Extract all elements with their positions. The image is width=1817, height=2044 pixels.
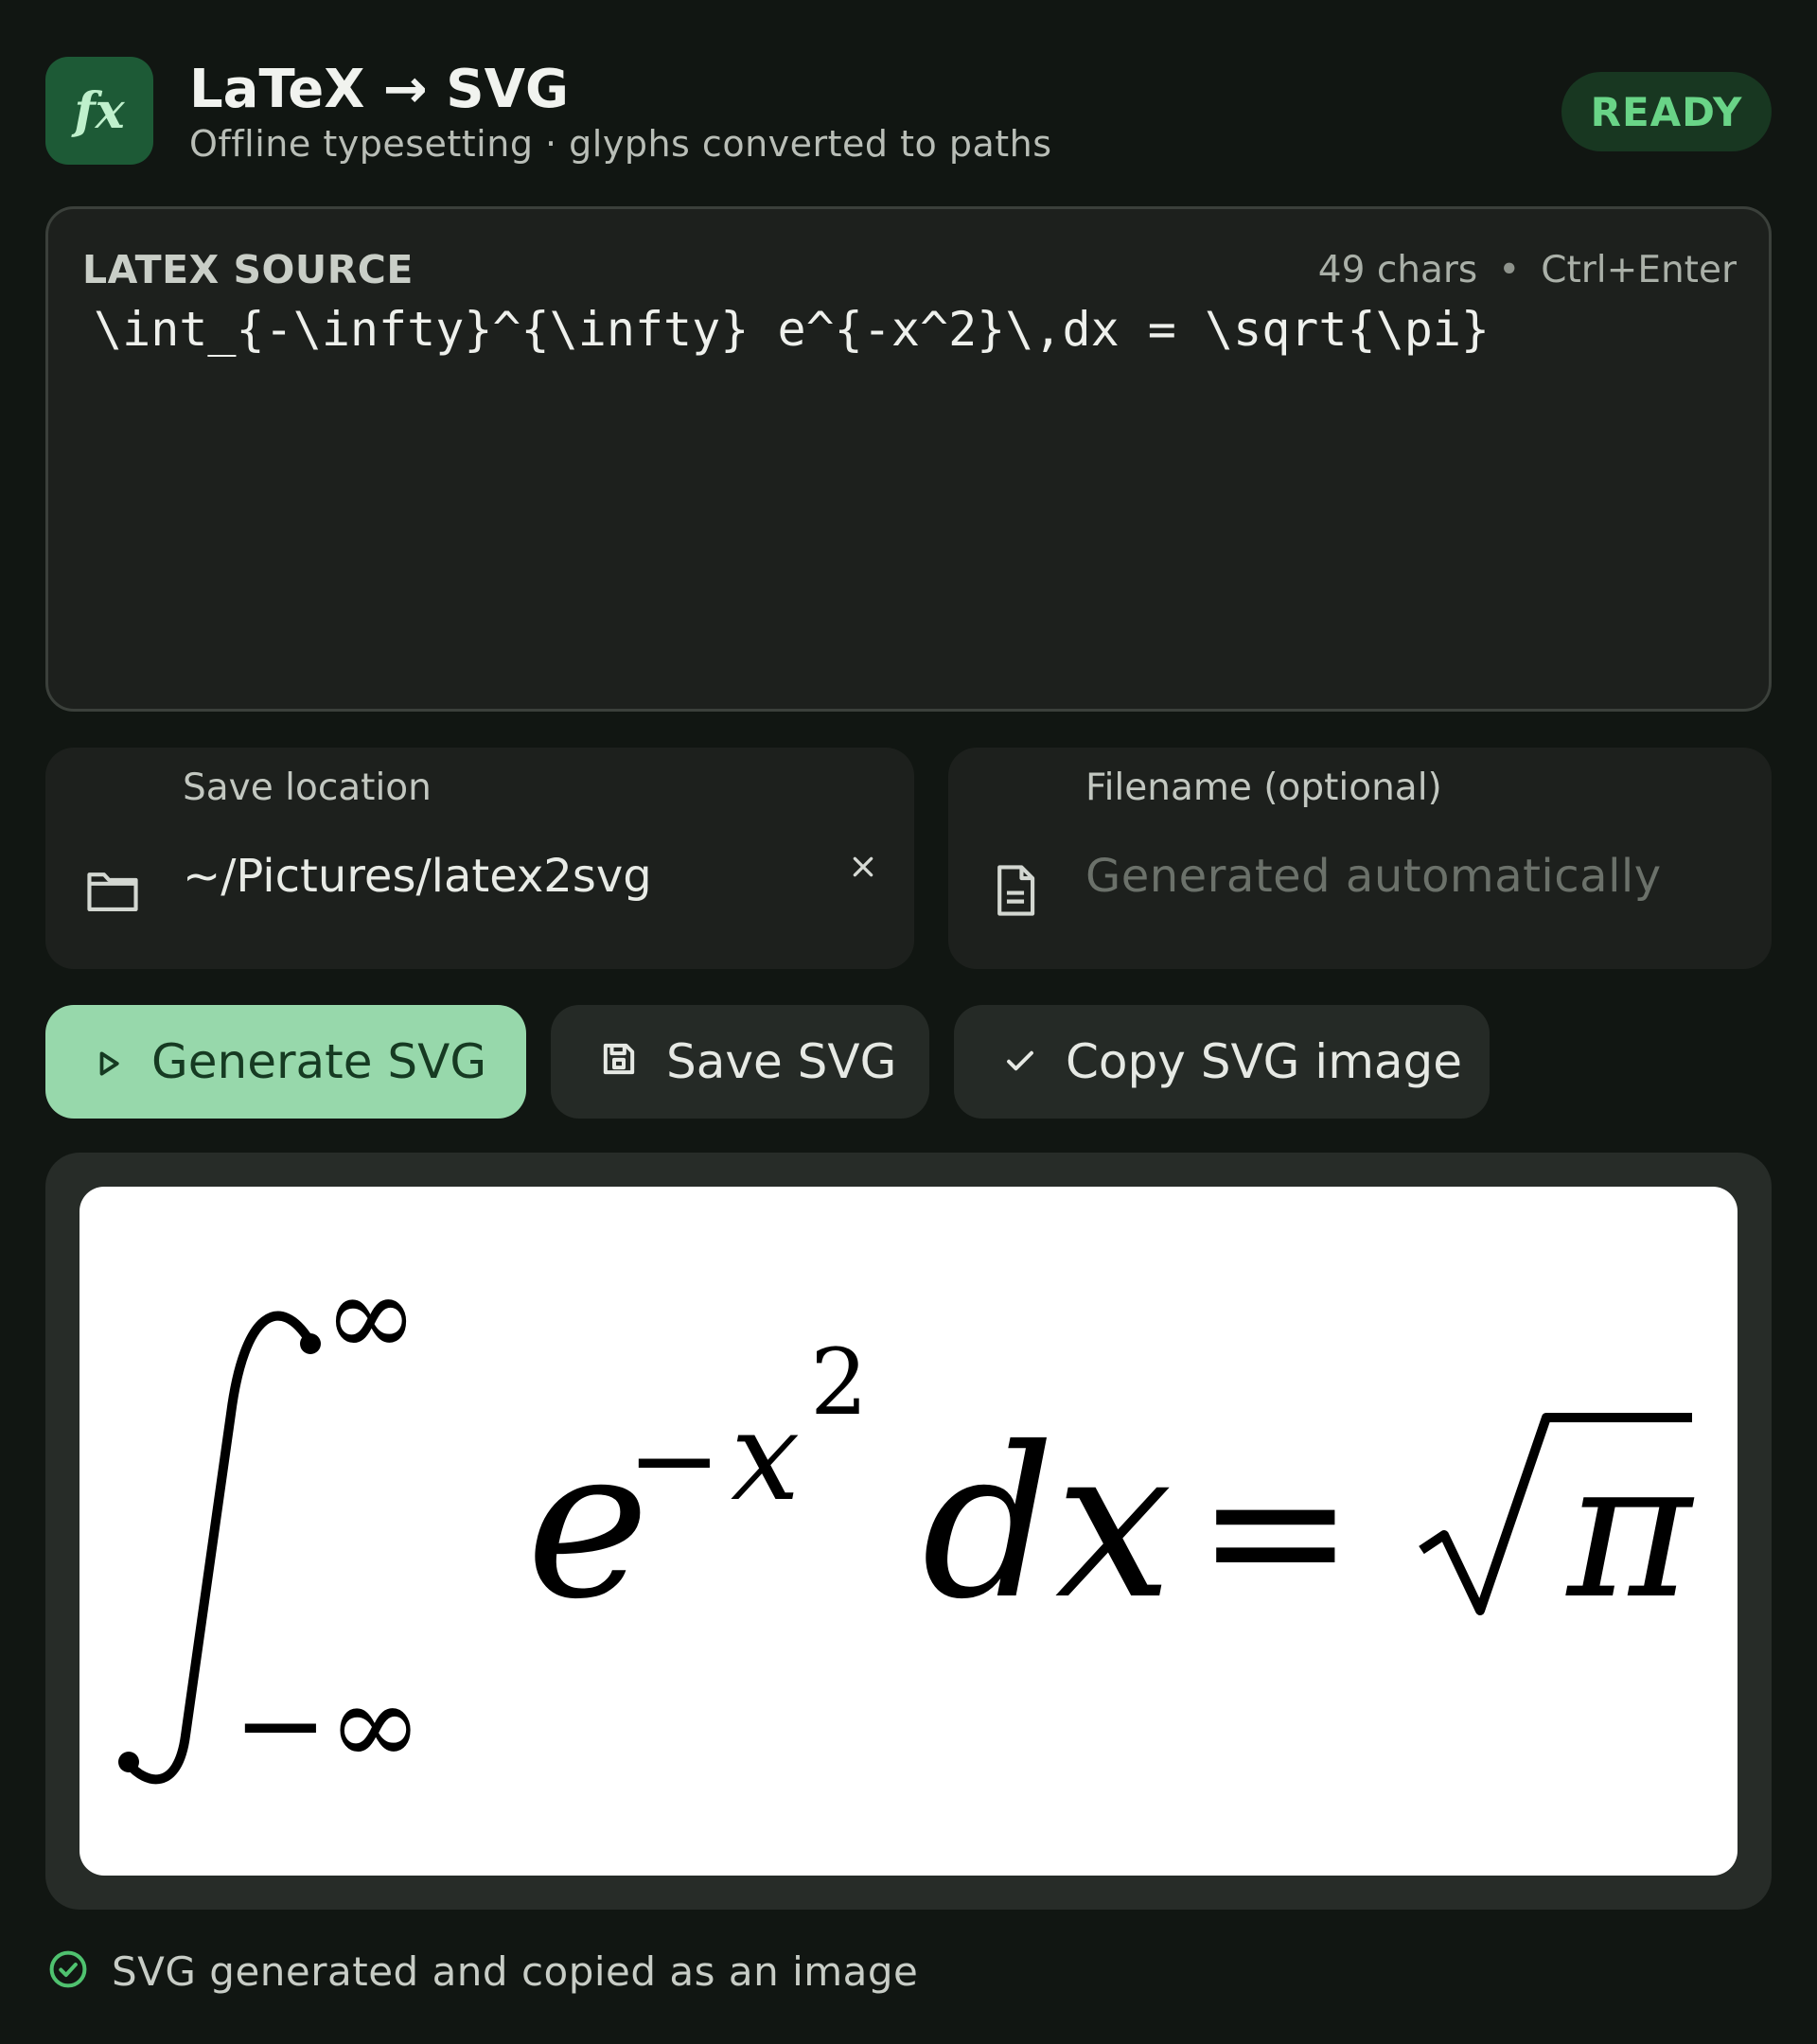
copy-svg-image-button[interactable]: Copy SVG image [954,1005,1490,1119]
exponent-power: 2 [810,1330,868,1436]
latex-source-panel: LATEX SOURCE 49 chars • Ctrl+Enter \int_… [45,206,1772,712]
check-icon [1003,1034,1037,1089]
source-meta: 49 chars • Ctrl+Enter [1318,249,1737,291]
app-title: LaTeX → SVG [189,59,569,120]
char-count: 49 chars [1317,249,1478,291]
filename-input[interactable]: Generated automatically [1085,850,1662,903]
radicand: π [1565,1420,1695,1641]
save-location-field[interactable]: Save location ~/Pictures/latex2svg [45,748,914,969]
lower-limit: −∞ [233,1660,423,1791]
save-svg-button[interactable]: Save SVG [551,1005,929,1119]
clear-location-button[interactable] [835,838,891,895]
equals-sign: = [1196,1420,1355,1641]
exponent-sign: − [626,1395,722,1526]
status-badge: READY [1561,72,1772,151]
filename-field[interactable]: Filename (optional) Generated automatica… [948,748,1772,969]
document-icon [986,861,1045,920]
source-label: LATEX SOURCE [82,247,414,292]
shortcut-hint: Ctrl+Enter [1541,249,1737,291]
copy-svg-image-label: Copy SVG image [1066,1034,1463,1089]
separator-dot: • [1498,249,1521,291]
folder-icon [83,861,142,920]
filename-label: Filename (optional) [1085,766,1442,809]
svg-preview-panel: ∞ −∞ e − x 2 dx = π [45,1153,1772,1910]
close-icon [851,845,875,889]
generate-svg-button[interactable]: Generate SVG [45,1005,526,1119]
exponent-variable: x [731,1384,800,1528]
save-location-value[interactable]: ~/Pictures/latex2svg [183,850,652,903]
latex-source-editor[interactable]: \int_{-\infty}^{\infty} e^{-x^2}\,dx = \… [94,302,1740,357]
differential: dx [922,1402,1173,1645]
generate-svg-label: Generate SVG [151,1034,487,1089]
app-subtitle: Offline typesetting · glyphs converted t… [189,123,1052,165]
play-icon [95,1034,123,1089]
status-line: SVG generated and copied as an image [47,1946,918,1997]
app-header: fx LaTeX → SVG Offline typesetting · gly… [45,57,1772,168]
rendered-equation: ∞ −∞ e − x 2 dx = π [79,1187,1738,1876]
save-svg-label: Save SVG [666,1034,897,1089]
status-message: SVG generated and copied as an image [112,1947,919,1995]
save-location-label: Save location [183,766,432,809]
app-logo-icon: fx [45,57,153,165]
upper-limit: ∞ [324,1251,418,1383]
save-icon [600,1034,638,1089]
check-circle-icon [47,1948,89,1994]
